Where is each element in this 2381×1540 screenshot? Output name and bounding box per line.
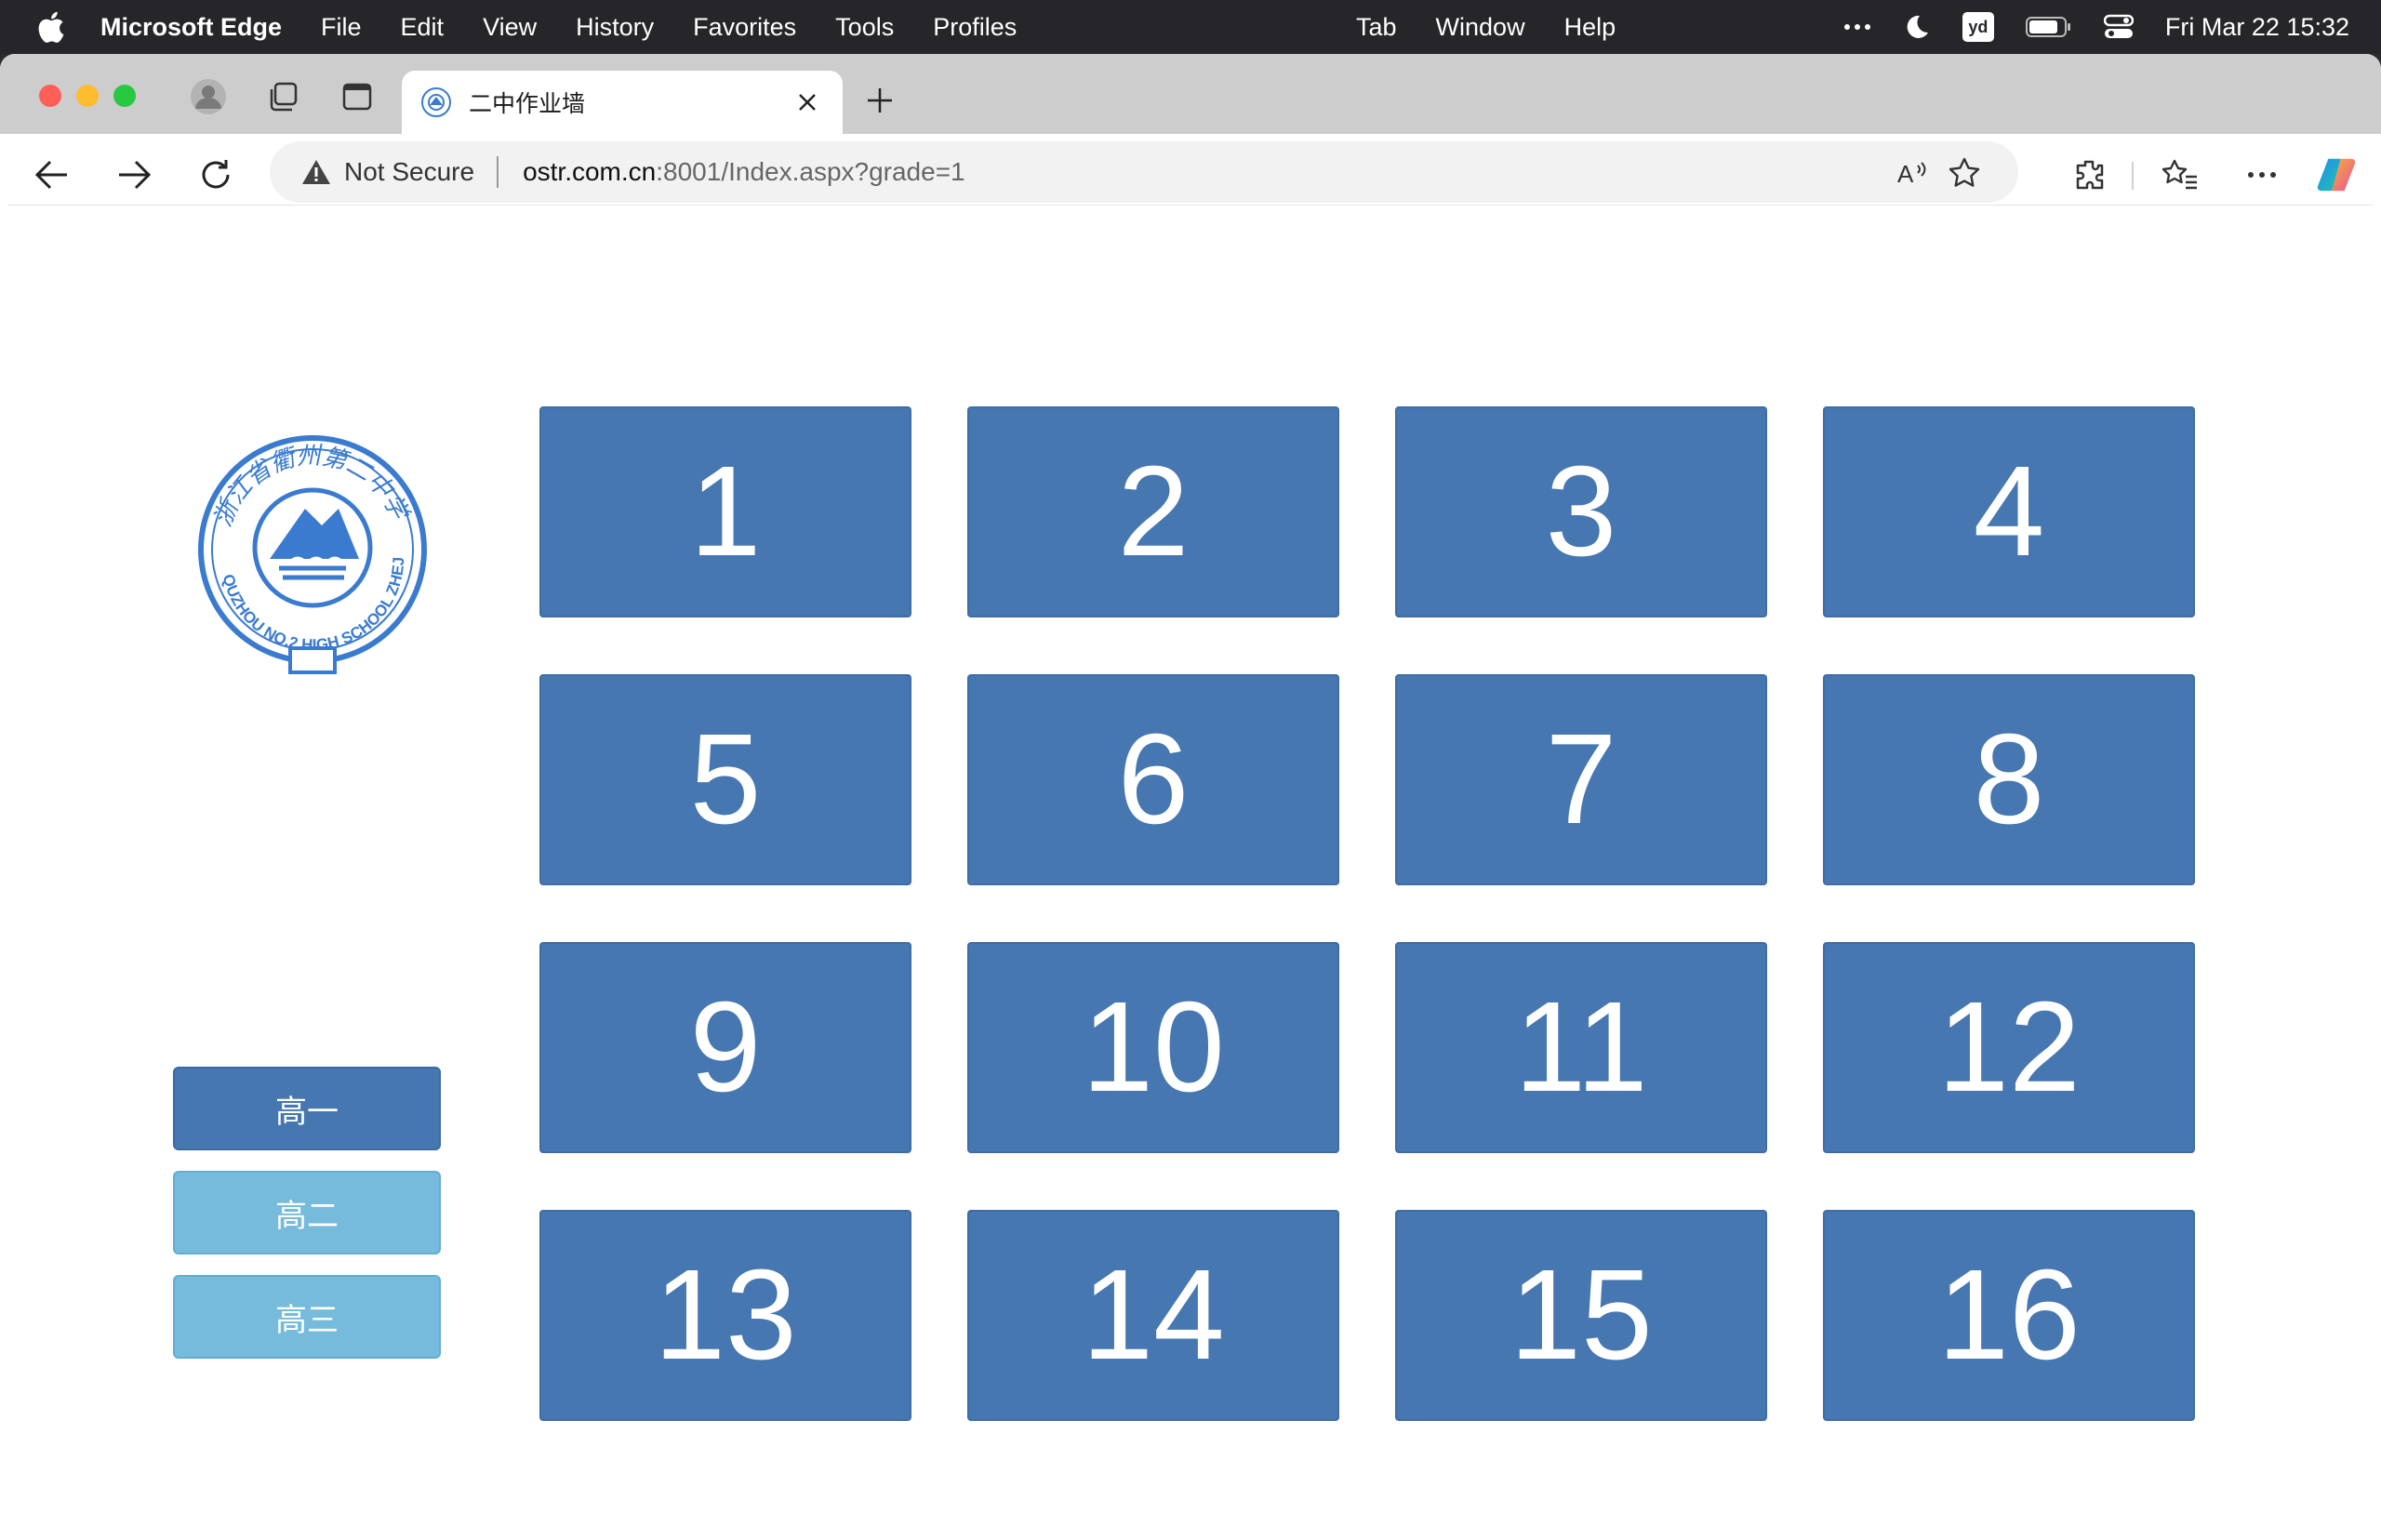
zoom-window-button[interactable] bbox=[113, 85, 136, 107]
school-logo: 浙江省衢州第二中学 QUZHOU NO.2 HIGH SCHOOL ZHEJIA… bbox=[190, 429, 427, 674]
svg-text:A: A bbox=[1897, 160, 1914, 188]
page-content: 浙江省衢州第二中学 QUZHOU NO.2 HIGH SCHOOL ZHEJIA… bbox=[7, 205, 2374, 1540]
app-name-menu[interactable]: Microsoft Edge bbox=[100, 13, 282, 42]
grade-button-3[interactable]: 高三 bbox=[173, 1275, 441, 1359]
battery-icon[interactable] bbox=[2025, 16, 2072, 38]
new-tab-plus-icon[interactable] bbox=[861, 82, 898, 119]
url-path[interactable]: :8001/Index.aspx?grade=1 bbox=[656, 157, 964, 187]
menu-edit[interactable]: Edit bbox=[401, 13, 445, 42]
class-tile-2[interactable]: 2 bbox=[967, 406, 1339, 617]
refresh-icon[interactable] bbox=[195, 154, 236, 195]
class-tile-3[interactable]: 3 bbox=[1395, 406, 1767, 617]
menu-file[interactable]: File bbox=[321, 13, 362, 42]
collections-icon[interactable] bbox=[264, 78, 301, 115]
class-tile-8[interactable]: 8 bbox=[1823, 674, 2195, 885]
control-center-icon[interactable] bbox=[2103, 14, 2134, 40]
clock[interactable]: Fri Mar 22 15:32 bbox=[2165, 13, 2349, 42]
more-dots-icon[interactable] bbox=[1843, 22, 1871, 32]
menu-window[interactable]: Window bbox=[1436, 13, 1525, 42]
class-tile-15[interactable]: 15 bbox=[1395, 1210, 1767, 1421]
class-tile-6[interactable]: 6 bbox=[967, 674, 1339, 885]
menu-tab[interactable]: Tab bbox=[1356, 13, 1397, 42]
not-secure-label[interactable]: Not Secure bbox=[344, 157, 474, 187]
class-tile-7[interactable]: 7 bbox=[1395, 674, 1767, 885]
favorites-icon[interactable] bbox=[2160, 154, 2201, 195]
warning-triangle-icon[interactable] bbox=[301, 158, 331, 186]
url-host[interactable]: ostr.com.cn bbox=[523, 157, 656, 187]
class-tile-9[interactable]: 9 bbox=[539, 942, 911, 1153]
class-tile-16[interactable]: 16 bbox=[1823, 1210, 2195, 1421]
tab-title: 二中作业墙 bbox=[469, 91, 586, 117]
settings-more-icon[interactable] bbox=[2241, 154, 2282, 195]
read-aloud-icon[interactable]: A bbox=[1892, 153, 1933, 193]
menu-profiles[interactable]: Profiles bbox=[933, 13, 1017, 42]
grade-button-2[interactable]: 高二 bbox=[173, 1171, 441, 1255]
menu-help[interactable]: Help bbox=[1564, 13, 1616, 42]
browser-window: 二中作业墙 Not Secure ostr.com.cn:8001/Index.… bbox=[0, 54, 2381, 1540]
moon-icon[interactable] bbox=[1903, 13, 1931, 41]
profile-avatar-icon[interactable] bbox=[190, 78, 227, 115]
back-arrow-icon[interactable] bbox=[32, 154, 73, 195]
toolbar-divider bbox=[2132, 162, 2134, 190]
class-tile-4[interactable]: 4 bbox=[1823, 406, 2195, 617]
favorite-star-icon[interactable] bbox=[1944, 153, 1985, 193]
tab-active[interactable]: 二中作业墙 bbox=[402, 71, 843, 134]
browser-toolbar: Not Secure ostr.com.cn:8001/Index.aspx?g… bbox=[0, 134, 2381, 214]
menu-favorites[interactable]: Favorites bbox=[693, 13, 796, 42]
apple-logo-icon[interactable] bbox=[37, 11, 65, 43]
minimize-window-button[interactable] bbox=[76, 85, 99, 107]
macos-menu-bar: Microsoft Edge File Edit View History Fa… bbox=[0, 0, 2381, 54]
youdao-icon[interactable]: yd bbox=[1962, 12, 1994, 42]
forward-arrow-icon[interactable] bbox=[113, 154, 154, 195]
tab-strip: 二中作业墙 bbox=[0, 54, 2381, 134]
school-favicon-icon bbox=[421, 87, 451, 117]
menu-history[interactable]: History bbox=[576, 13, 654, 42]
close-tab-icon[interactable] bbox=[792, 87, 822, 117]
class-tile-12[interactable]: 12 bbox=[1823, 942, 2195, 1153]
class-tile-14[interactable]: 14 bbox=[967, 1210, 1339, 1421]
class-tile-13[interactable]: 13 bbox=[539, 1210, 911, 1421]
class-tile-11[interactable]: 11 bbox=[1395, 942, 1767, 1153]
class-tile-10[interactable]: 10 bbox=[967, 942, 1339, 1153]
class-tile-1[interactable]: 1 bbox=[539, 406, 911, 617]
menu-tools[interactable]: Tools bbox=[835, 13, 894, 42]
copilot-icon[interactable] bbox=[2316, 154, 2357, 195]
address-bar[interactable]: Not Secure ostr.com.cn:8001/Index.aspx?g… bbox=[270, 141, 2018, 203]
extensions-icon[interactable] bbox=[2068, 154, 2109, 195]
close-window-button[interactable] bbox=[39, 85, 61, 107]
address-divider bbox=[497, 156, 499, 188]
vertical-tabs-icon[interactable] bbox=[339, 78, 376, 115]
grade-button-1[interactable]: 高一 bbox=[173, 1067, 441, 1150]
class-tile-5[interactable]: 5 bbox=[539, 674, 911, 885]
menu-view[interactable]: View bbox=[483, 13, 537, 42]
